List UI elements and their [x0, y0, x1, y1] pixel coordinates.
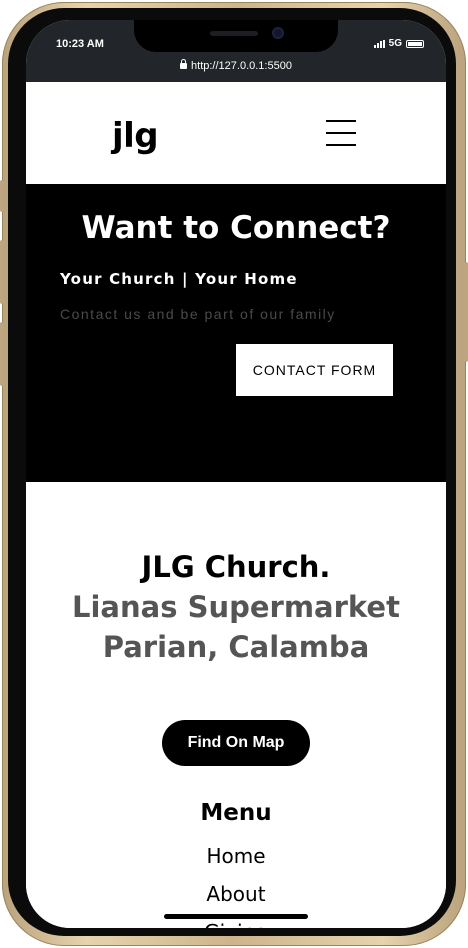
- find-on-map-button[interactable]: Find On Map: [162, 720, 310, 766]
- network-type: 5G: [388, 38, 402, 49]
- footer-link-giving[interactable]: Giving: [26, 920, 446, 928]
- connect-description: Contact us and be part of our family: [60, 306, 336, 322]
- front-camera-icon: [272, 27, 284, 39]
- phone-power-button: [464, 262, 468, 362]
- url-text: http://127.0.0.1:5500: [191, 60, 292, 72]
- home-indicator[interactable]: [164, 914, 308, 919]
- status-bar: 10:23 AM 5G http://127.0.0.1:5500: [26, 20, 446, 82]
- status-time: 10:23 AM: [56, 38, 104, 50]
- connect-subtitle: Your Church | Your Home: [60, 270, 298, 288]
- lock-icon: [180, 59, 188, 69]
- phone-volume-up-button: [0, 240, 4, 304]
- church-name: JLG Church.: [141, 550, 331, 584]
- address-line-2: Parian, Calamba: [102, 630, 370, 664]
- connect-section: Want to Connect? Your Church | Your Home…: [26, 184, 446, 482]
- phone-notch: [134, 20, 338, 52]
- status-indicators: 5G: [373, 38, 424, 49]
- speaker-grille: [210, 31, 258, 36]
- site-footer: JLG Church. Lianas Supermarket Parian, C…: [26, 482, 446, 928]
- phone-silent-switch: [0, 180, 4, 212]
- site-logo[interactable]: jlg: [112, 116, 159, 156]
- site-header: jlg: [26, 82, 446, 184]
- address-bar[interactable]: http://127.0.0.1:5500: [26, 59, 446, 72]
- battery-icon: [406, 39, 424, 48]
- footer-link-about[interactable]: About: [26, 882, 446, 906]
- footer-menu-heading: Menu: [200, 800, 272, 826]
- hamburger-icon[interactable]: [326, 120, 358, 148]
- connect-title: Want to Connect?: [81, 210, 391, 246]
- phone-screen: 10:23 AM 5G http://127.0.0.1:5500 jlg Wa…: [26, 20, 446, 928]
- footer-link-home[interactable]: Home: [26, 844, 446, 868]
- contact-form-button[interactable]: CONTACT FORM: [236, 344, 393, 396]
- phone-volume-down-button: [0, 322, 4, 386]
- signal-icon: [373, 39, 385, 48]
- address-line-1: Lianas Supermarket: [72, 590, 400, 624]
